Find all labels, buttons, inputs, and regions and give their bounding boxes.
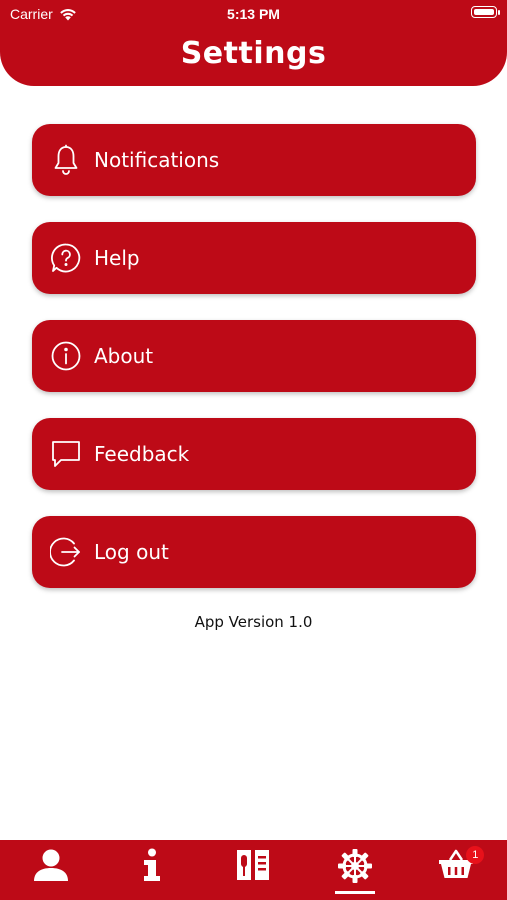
user-icon	[33, 849, 68, 881]
bell-icon	[50, 144, 82, 176]
info-icon	[50, 340, 82, 372]
help-label: Help	[94, 246, 140, 270]
info-icon	[144, 848, 161, 881]
tab-basket[interactable]: 1	[426, 846, 486, 894]
tab-settings[interactable]	[325, 848, 385, 894]
settings-menu: Notifications Help About Feedback Log ou…	[32, 124, 476, 614]
about-button[interactable]: About	[32, 320, 476, 392]
battery-fill	[473, 8, 494, 15]
cart-count-badge: 1	[466, 846, 485, 864]
app-version: App Version 1.0	[194, 613, 313, 631]
help-icon	[50, 242, 82, 274]
feedback-label: Feedback	[94, 442, 190, 466]
header: Carrier 5:13 PM Settings	[0, 0, 507, 86]
about-label: About	[94, 344, 154, 368]
feedback-button[interactable]: Feedback	[32, 418, 476, 490]
tab-bar: 1	[0, 840, 507, 900]
battery-icon	[471, 6, 500, 18]
menu-book-icon	[237, 850, 270, 880]
status-time: 5:13 PM	[227, 6, 280, 22]
logout-icon	[50, 536, 82, 568]
gear-icon	[337, 849, 372, 883]
notifications-label: Notifications	[94, 148, 220, 172]
logout-button[interactable]: Log out	[32, 516, 476, 588]
page-title: Settings	[180, 36, 327, 71]
help-button[interactable]: Help	[32, 222, 476, 294]
tab-info[interactable]	[122, 848, 182, 894]
chat-icon	[50, 438, 82, 470]
settings-screen: Carrier 5:13 PM Settings Notifications H…	[0, 0, 507, 900]
status-bar: Carrier 5:13 PM	[0, 0, 507, 28]
tab-menu[interactable]	[223, 848, 283, 894]
logout-label: Log out	[94, 540, 169, 564]
notifications-button[interactable]: Notifications	[32, 124, 476, 196]
tab-profile[interactable]	[21, 848, 81, 894]
